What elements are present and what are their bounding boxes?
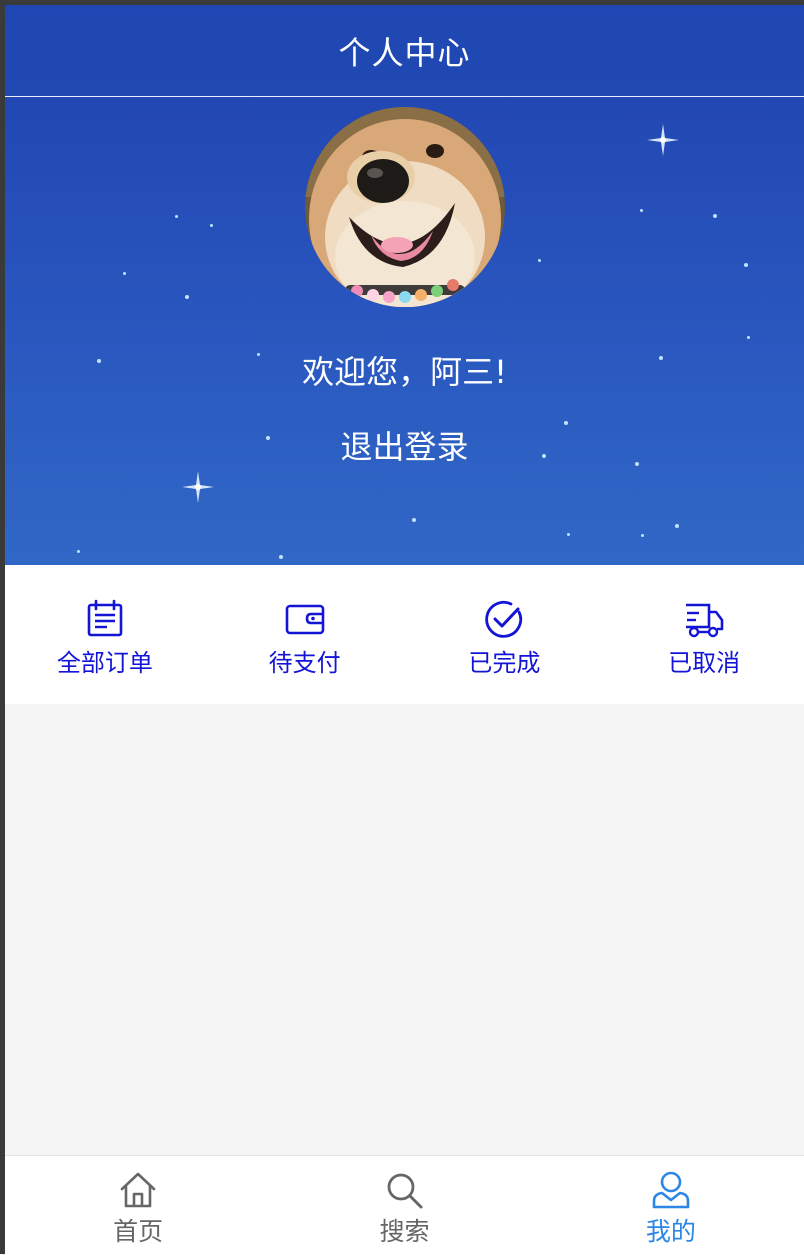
star-decoration: [713, 214, 717, 218]
star-decoration: [210, 224, 213, 227]
bottom-tab-bar: 首页 搜索 我的: [5, 1155, 804, 1255]
search-icon: [388, 1173, 423, 1209]
check-circle-icon: [485, 600, 523, 638]
star-decoration: [675, 524, 679, 528]
order-cancelled-button[interactable]: 已取消: [604, 565, 804, 704]
tab-home-label: 首页: [113, 1217, 164, 1246]
avatar[interactable]: [305, 107, 505, 307]
home-icon: [120, 1172, 156, 1208]
welcome-message: 欢迎您，阿三!: [302, 353, 507, 391]
tab-mine-label: 我的: [645, 1217, 696, 1246]
dog-avatar-icon: [305, 107, 505, 307]
star-decoration: [747, 336, 750, 339]
page-title: 个人中心: [338, 33, 471, 72]
sparkle-icon: [182, 471, 214, 503]
star-decoration: [640, 209, 643, 212]
order-pending-payment-button[interactable]: 待支付: [205, 565, 405, 704]
star-decoration: [567, 533, 570, 536]
order-cancelled-label: 已取消: [668, 649, 741, 677]
order-shortcuts: 全部订单 待支付 已完成 已取消: [5, 565, 804, 704]
star-decoration: [175, 215, 178, 218]
star-decoration: [77, 550, 80, 553]
star-decoration: [123, 272, 126, 275]
star-decoration: [538, 259, 541, 262]
order-all-button[interactable]: 全部订单: [5, 565, 205, 704]
calendar-list-icon: [87, 599, 123, 637]
profile-banner: 欢迎您，阿三! 退出登录: [5, 97, 804, 565]
tab-search-label: 搜索: [379, 1217, 430, 1246]
star-decoration: [744, 263, 748, 267]
star-decoration: [185, 295, 189, 299]
logout-button[interactable]: 退出登录: [5, 422, 804, 468]
tab-home[interactable]: 首页: [5, 1156, 271, 1255]
order-completed-button[interactable]: 已完成: [405, 565, 605, 704]
truck-icon: [686, 603, 724, 638]
star-decoration: [412, 518, 416, 522]
user-icon: [652, 1171, 690, 1209]
sparkle-icon: [647, 124, 679, 156]
star-decoration: [641, 534, 644, 537]
tab-mine[interactable]: 我的: [538, 1156, 804, 1255]
wallet-icon: [285, 604, 324, 635]
star-decoration: [279, 555, 283, 559]
order-pending-payment-label: 待支付: [268, 649, 341, 677]
tab-search[interactable]: 搜索: [271, 1156, 537, 1255]
app-container: 个人中心 欢迎您，阿三! 退出登录 全部订单 待支付 已完成 已取消 首页 搜索…: [5, 5, 804, 1255]
top-navbar: 个人中心: [5, 5, 804, 97]
order-all-label: 全部订单: [56, 649, 153, 677]
order-completed-label: 已完成: [468, 649, 541, 677]
